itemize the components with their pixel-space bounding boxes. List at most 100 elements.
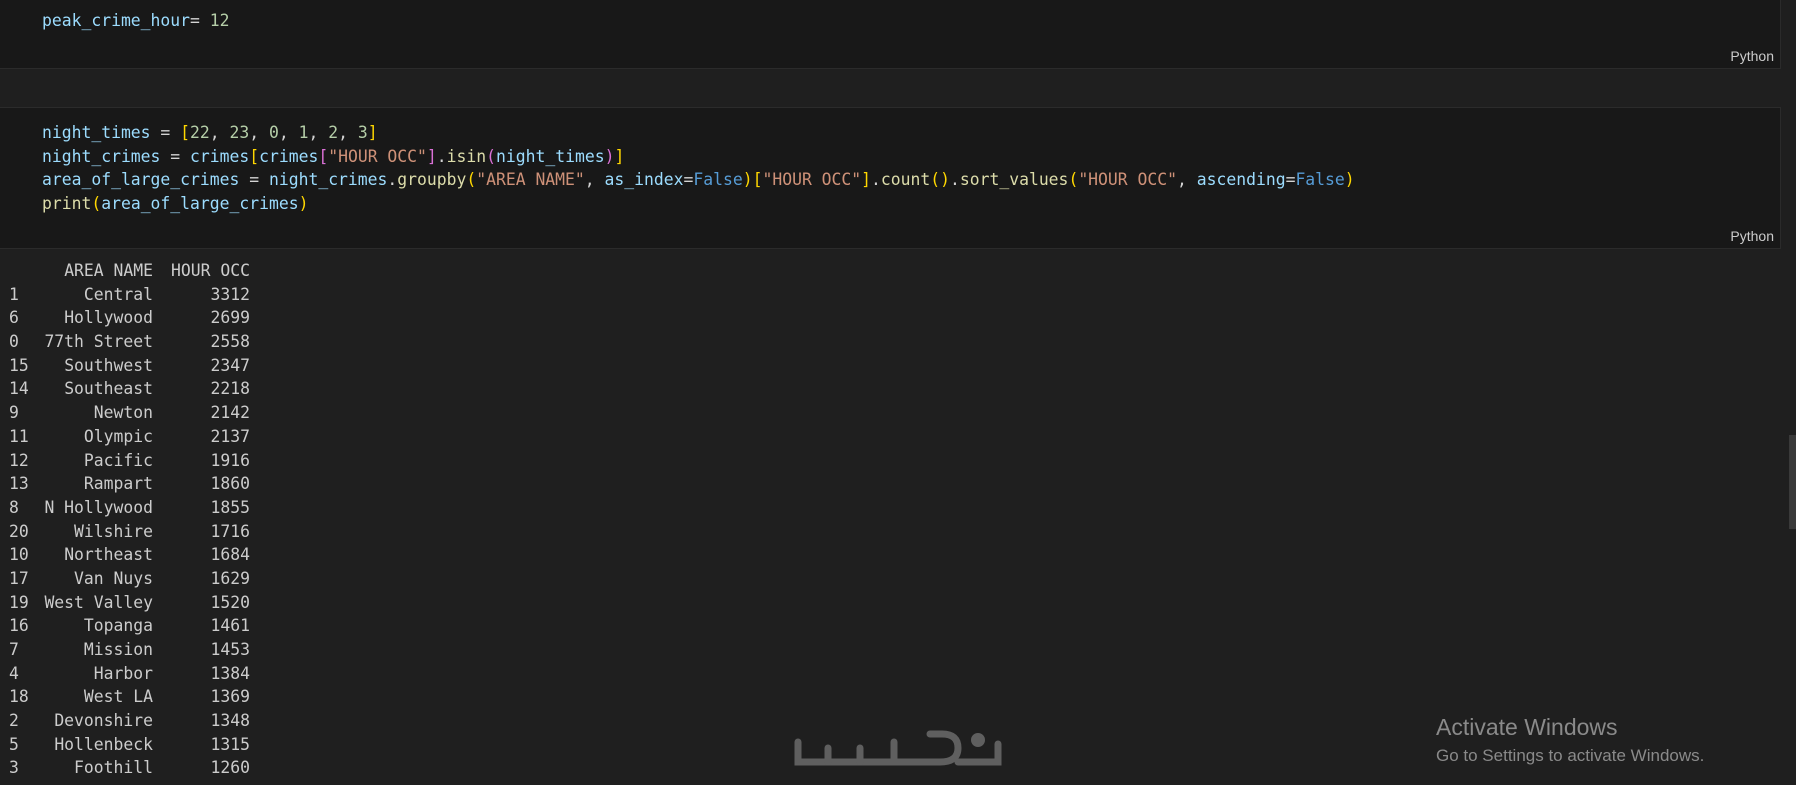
code-line[interactable]: print(area_of_large_crimes) [42, 192, 1355, 216]
code-token: , [278, 123, 299, 142]
code-token: [ [752, 170, 763, 190]
code-token: , [308, 123, 329, 142]
cell-language-label[interactable]: Python [1730, 228, 1774, 244]
code-token: ascending [1196, 170, 1286, 190]
code-line[interactable]: night_times = [22, 23, 0, 1, 2, 3] [42, 121, 1355, 145]
hour-occ-cell: 1315 [210, 734, 250, 754]
output-row: 1 Central 3312 [0, 283, 300, 307]
row-index: 1 [9, 284, 19, 304]
hour-occ-cell: 1384 [210, 663, 250, 683]
code-token: area_of_large_crimes [101, 194, 299, 214]
code-token: ) [604, 146, 615, 166]
row-index: 18 [9, 687, 29, 707]
hour-occ-cell: 1369 [210, 687, 250, 707]
row-index: 5 [9, 734, 19, 754]
code-token: 2 [328, 123, 339, 142]
row-index: 14 [9, 379, 29, 399]
output-row: 11 Olympic 2137 [0, 425, 300, 449]
area-name-cell: Mission [83, 640, 153, 659]
area-name-cell: Devonshire [54, 711, 153, 731]
code-token: False [1295, 170, 1345, 190]
output-row: 16 Topanga 1461 [0, 614, 300, 638]
code-token: . [387, 170, 398, 190]
area-name-header: AREA NAME [64, 261, 153, 280]
code-cell-night-crimes[interactable]: night_times = [22, 23, 0, 1, 2, 3] night_… [0, 107, 1781, 249]
area-name-cell: West Valley [44, 592, 153, 612]
hour-occ-cell: 2142 [210, 403, 250, 423]
code-token: sort_values [959, 170, 1069, 190]
code-token: . [950, 170, 960, 190]
code-token: , [584, 170, 605, 190]
activation-subtitle: Go to Settings to activate Windows. [1436, 746, 1705, 765]
code-token: crimes [259, 146, 319, 166]
row-index: 2 [9, 711, 19, 731]
hour-occ-cell: 1453 [210, 640, 250, 659]
row-index: 7 [9, 640, 19, 659]
hour-occ-cell: 1461 [210, 616, 250, 636]
code-token: count [880, 170, 931, 190]
output-row: 18 West LA 1369 [0, 685, 300, 709]
code-token: , [338, 123, 358, 142]
code-token: 23 [229, 123, 250, 142]
code-token: [ [318, 146, 329, 166]
hour-occ-cell: 1916 [210, 450, 250, 470]
code-token: ( [91, 194, 102, 214]
code-token: 1 [298, 123, 309, 142]
hour-occ-cell: 3312 [210, 284, 250, 304]
code-token: ( [1068, 170, 1079, 190]
row-index: 13 [9, 474, 29, 494]
code-token: ] [367, 123, 378, 142]
row-index: 8 [9, 497, 19, 517]
code-cell-peak-hour[interactable]: peak_crime_hour= 12 Python [0, 0, 1781, 69]
code-token: = [160, 146, 191, 166]
area-name-cell: N Hollywood [44, 497, 153, 517]
output-row: 13 Rampart 1860 [0, 472, 300, 496]
code-token: . [871, 170, 881, 190]
vertical-scrollbar-thumb[interactable] [1789, 435, 1796, 529]
code-token: = [683, 170, 694, 190]
hour-occ-cell: 1855 [210, 497, 250, 517]
row-index: 19 [9, 592, 29, 612]
code-line[interactable]: peak_crime_hour= 12 [42, 9, 230, 33]
code-token: ) [298, 194, 309, 214]
code-token: ] [426, 146, 437, 166]
cell-source[interactable]: night_times = [22, 23, 0, 1, 2, 3] night_… [42, 121, 1355, 216]
code-token: , [209, 123, 230, 142]
code-token: isin [446, 146, 487, 166]
code-token: area_of_large_crimes [42, 170, 240, 190]
cell-language-label[interactable]: Python [1730, 48, 1774, 64]
code-token: [ [249, 146, 260, 166]
area-name-cell: Wilshire [74, 521, 153, 541]
row-index: 15 [9, 355, 29, 375]
hour-occ-cell: 2347 [210, 355, 250, 375]
row-index: 11 [9, 426, 29, 446]
hour-occ-cell: 1520 [210, 592, 250, 612]
hour-occ-header: HOUR OCC [171, 261, 250, 280]
code-token: = [239, 170, 269, 190]
hour-occ-cell: 1348 [210, 711, 250, 731]
row-index: 0 [9, 332, 19, 352]
code-line[interactable]: night_crimes = crimes[crimes["HOUR OCC"]… [42, 145, 1355, 169]
output-row: 4 Harbor 1384 [0, 662, 300, 686]
hour-occ-cell: 2137 [210, 426, 250, 446]
hour-occ-cell: 2699 [210, 308, 250, 328]
row-index: 9 [9, 403, 19, 423]
code-token: as_index [604, 170, 684, 190]
row-index: 3 [9, 758, 19, 778]
code-token: ( [486, 146, 497, 166]
code-token: night_times [42, 123, 151, 142]
area-name-cell: Southwest [64, 355, 153, 375]
output-row: 6 Hollywood 2699 [0, 306, 300, 330]
watermark-logo [794, 730, 1002, 766]
code-token: night_crimes [42, 146, 161, 166]
code-token: 0 [269, 123, 279, 142]
cell-source[interactable]: peak_crime_hour= 12 [42, 9, 230, 33]
hour-occ-cell: 2218 [210, 379, 250, 399]
code-token: "HOUR OCC" [762, 170, 862, 190]
code-line[interactable]: area_of_large_crimes = night_crimes.grou… [42, 168, 1355, 192]
cell-output-table: AREA NAME HOUR OCC 1 Central 3312 6 Hollywoo… [0, 259, 300, 780]
code-token: "HOUR OCC" [1078, 170, 1177, 190]
code-token: night_crimes [268, 170, 388, 190]
area-name-cell: Van Nuys [74, 568, 153, 588]
code-token: 3 [357, 123, 368, 142]
